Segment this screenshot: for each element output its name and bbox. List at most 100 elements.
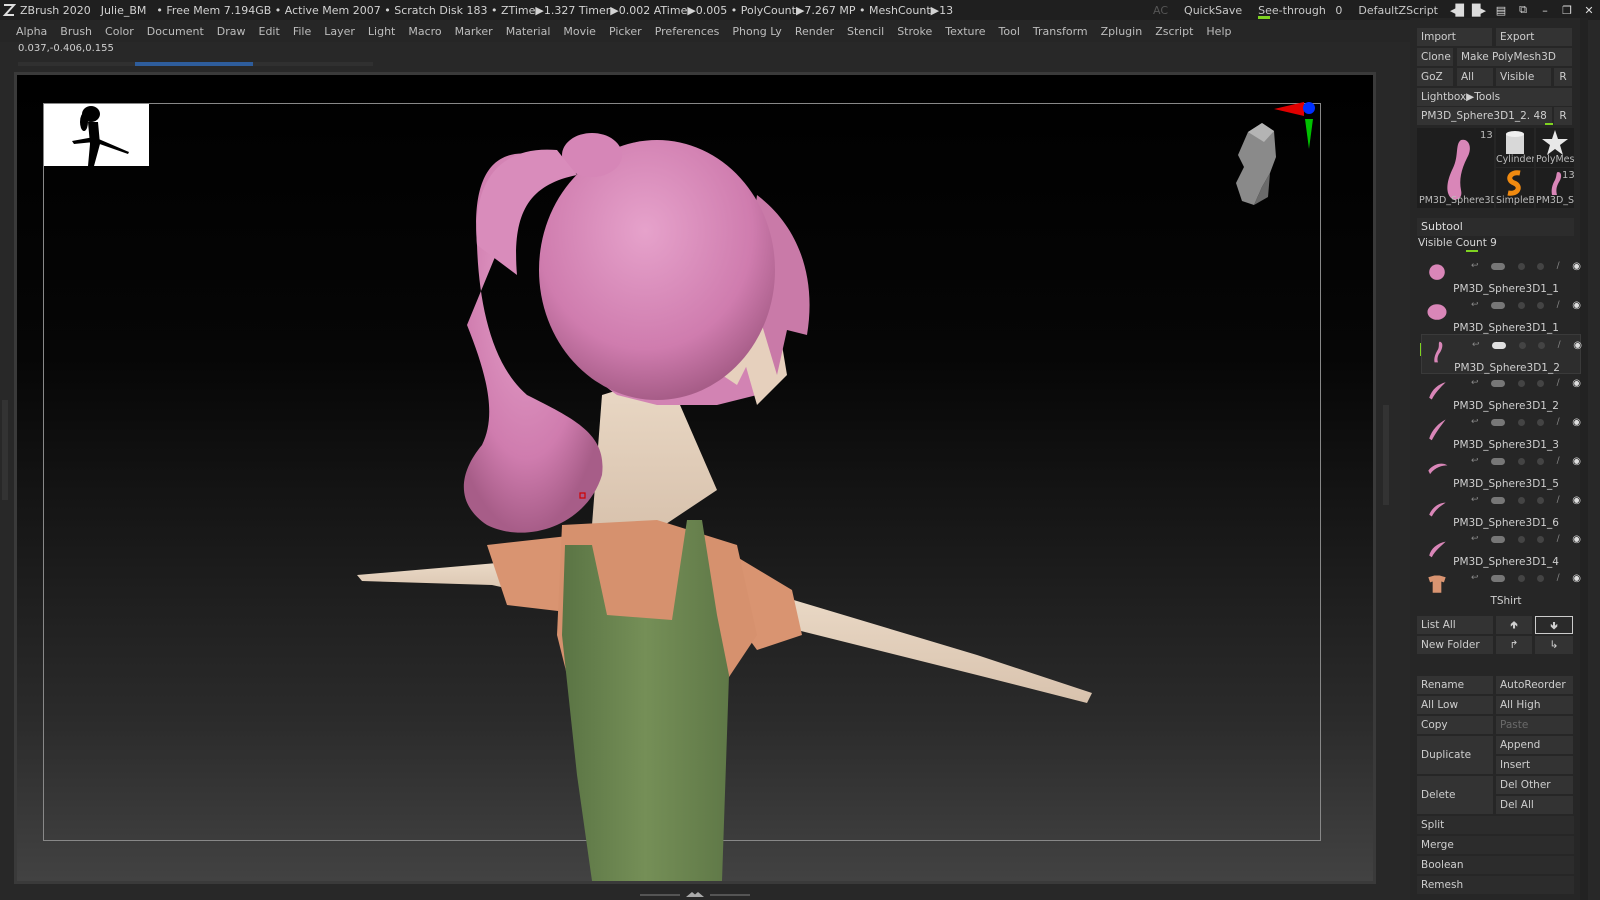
- goz-all-button[interactable]: All: [1457, 68, 1493, 86]
- insert-button[interactable]: Insert: [1496, 756, 1573, 774]
- new-folder-button[interactable]: New Folder: [1417, 636, 1493, 654]
- menu-stroke[interactable]: Stroke: [897, 25, 932, 38]
- subtool-header[interactable]: Subtool: [1417, 218, 1574, 236]
- menu-tool[interactable]: Tool: [999, 25, 1020, 38]
- cylinder-tool-tile[interactable]: Cylinder: [1496, 128, 1534, 167]
- pin-icon[interactable]: ↩: [1471, 300, 1479, 310]
- subtool-row[interactable]: ↩ ∕ ◉ PM3D_Sphere3D1_2: [1421, 334, 1582, 374]
- pin-icon[interactable]: ↩: [1471, 417, 1479, 427]
- paste-button[interactable]: Paste: [1496, 716, 1573, 734]
- menu-toggle-icon[interactable]: ◂█: [1446, 4, 1468, 17]
- subtool-row[interactable]: ↩ ∕ ◉ PM3D_Sphere3D1_1: [1421, 256, 1581, 296]
- menu-draw[interactable]: Draw: [217, 25, 246, 38]
- menu-color[interactable]: Color: [105, 25, 134, 38]
- brush-icon[interactable]: ∕: [1557, 495, 1560, 505]
- eye-icon[interactable]: ◉: [1572, 261, 1581, 272]
- subtool-toggle[interactable]: [1491, 262, 1506, 270]
- minimize-icon[interactable]: –: [1534, 4, 1556, 17]
- pin-icon[interactable]: ↩: [1471, 495, 1479, 505]
- append-button[interactable]: Append: [1496, 736, 1573, 754]
- eye-icon[interactable]: ◉: [1572, 495, 1581, 506]
- folder-icon[interactable]: [1537, 418, 1545, 426]
- menu-stencil[interactable]: Stencil: [847, 25, 884, 38]
- make-polymesh-button[interactable]: Make PolyMesh3D: [1457, 48, 1572, 66]
- window-icon[interactable]: ⧉: [1512, 3, 1534, 17]
- import-button[interactable]: Import: [1417, 28, 1492, 46]
- menu-toggle-2-icon[interactable]: █▸: [1468, 4, 1490, 17]
- pin-icon[interactable]: ↩: [1472, 340, 1480, 350]
- left-tray-handle[interactable]: [2, 400, 8, 500]
- menu-transform[interactable]: Transform: [1033, 25, 1088, 38]
- subtool-toggle[interactable]: [1492, 341, 1507, 349]
- menu-alpha[interactable]: Alpha: [16, 25, 47, 38]
- menu-brush[interactable]: Brush: [60, 25, 92, 38]
- polymesh-tool-tile[interactable]: PolyMes: [1536, 128, 1574, 167]
- current-tool-slider[interactable]: PM3D_Sphere3D1_2. 48: [1417, 107, 1552, 125]
- menu-texture[interactable]: Texture: [945, 25, 985, 38]
- auto-reorder-button[interactable]: AutoReorder: [1496, 676, 1573, 694]
- brush-icon[interactable]: ∕: [1557, 417, 1560, 427]
- brush-icon[interactable]: ∕: [1557, 261, 1560, 271]
- pin-icon[interactable]: ↩: [1471, 456, 1479, 466]
- pin-icon[interactable]: ↩: [1471, 378, 1479, 388]
- see-through-slider[interactable]: See-through 0: [1258, 4, 1342, 19]
- subtool-row[interactable]: ↩ ∕ ◉ PM3D_Sphere3D1_4: [1421, 529, 1581, 569]
- goz-r-button[interactable]: R: [1554, 68, 1572, 86]
- viewport-canvas[interactable]: [17, 75, 1373, 881]
- all-low-button[interactable]: All Low: [1417, 696, 1493, 714]
- subtool-row[interactable]: ↩ ∕ ◉ PM3D_Sphere3D1_1: [1421, 295, 1581, 335]
- menu-picker[interactable]: Picker: [609, 25, 642, 38]
- remesh-section[interactable]: Remesh: [1417, 876, 1574, 894]
- pin-icon[interactable]: ↩: [1471, 261, 1479, 271]
- del-all-button[interactable]: Del All: [1496, 796, 1573, 814]
- subtool-toggle[interactable]: [1491, 535, 1506, 543]
- brush-icon[interactable]: ∕: [1557, 534, 1560, 544]
- rename-button[interactable]: Rename: [1417, 676, 1493, 694]
- subtool-toggle[interactable]: [1491, 379, 1506, 387]
- brush-icon[interactable]: ∕: [1557, 456, 1560, 466]
- folder-icon[interactable]: [1537, 301, 1545, 309]
- menu-preferences[interactable]: Preferences: [655, 25, 720, 38]
- folder-icon[interactable]: [1537, 379, 1545, 387]
- simplebrush-tool-tile[interactable]: SimpleB: [1496, 168, 1534, 208]
- menu-edit[interactable]: Edit: [259, 25, 280, 38]
- goz-visible-button[interactable]: Visible: [1496, 68, 1551, 86]
- menu-macro[interactable]: Macro: [408, 25, 441, 38]
- subtool-toggle[interactable]: [1491, 301, 1506, 309]
- subtool-row[interactable]: ↩ ∕ ◉ PM3D_Sphere3D1_3: [1421, 412, 1581, 452]
- menu-file[interactable]: File: [293, 25, 311, 38]
- move-up-button[interactable]: 🢁: [1496, 616, 1532, 634]
- boolean-section[interactable]: Boolean: [1417, 856, 1574, 874]
- menu-phong-ly[interactable]: Phong Ly: [732, 25, 781, 38]
- menu-light[interactable]: Light: [368, 25, 395, 38]
- eye-icon[interactable]: ◉: [1573, 340, 1582, 351]
- list-all-button[interactable]: List All: [1417, 616, 1493, 634]
- folder-icon[interactable]: [1537, 535, 1545, 543]
- lightbox-tools-button[interactable]: Lightbox▶Tools: [1417, 88, 1572, 106]
- polypaint-icon[interactable]: [1517, 301, 1525, 309]
- brush-icon[interactable]: ∕: [1557, 573, 1560, 583]
- eye-icon[interactable]: ◉: [1572, 456, 1581, 467]
- eye-icon[interactable]: ◉: [1572, 573, 1581, 584]
- folder-down-button[interactable]: ↳: [1535, 636, 1573, 654]
- all-high-button[interactable]: All High: [1496, 696, 1573, 714]
- folder-icon[interactable]: [1537, 574, 1545, 582]
- menu-render[interactable]: Render: [795, 25, 834, 38]
- menu-zscript[interactable]: Zscript: [1155, 25, 1193, 38]
- menu-material[interactable]: Material: [506, 25, 551, 38]
- right-tray-handle[interactable]: [1383, 405, 1389, 505]
- merge-section[interactable]: Merge: [1417, 836, 1574, 854]
- split-section[interactable]: Split: [1417, 816, 1574, 834]
- eye-icon[interactable]: ◉: [1572, 417, 1581, 428]
- menu-zplugin[interactable]: Zplugin: [1101, 25, 1143, 38]
- polypaint-icon[interactable]: [1517, 457, 1525, 465]
- goz-button[interactable]: GoZ: [1417, 68, 1453, 86]
- subtool-row[interactable]: TShirt ↩ ∕ ◉: [1421, 568, 1581, 608]
- restore-icon[interactable]: ❐: [1556, 4, 1578, 17]
- current-tool-tile[interactable]: 13 PM3D_Sphere3D: [1417, 128, 1494, 208]
- export-button[interactable]: Export: [1496, 28, 1572, 46]
- folder-icon[interactable]: [1538, 341, 1546, 349]
- polypaint-icon[interactable]: [1517, 418, 1525, 426]
- subtool-row[interactable]: ↩ ∕ ◉ PM3D_Sphere3D1_5: [1421, 451, 1581, 491]
- menu-marker[interactable]: Marker: [455, 25, 493, 38]
